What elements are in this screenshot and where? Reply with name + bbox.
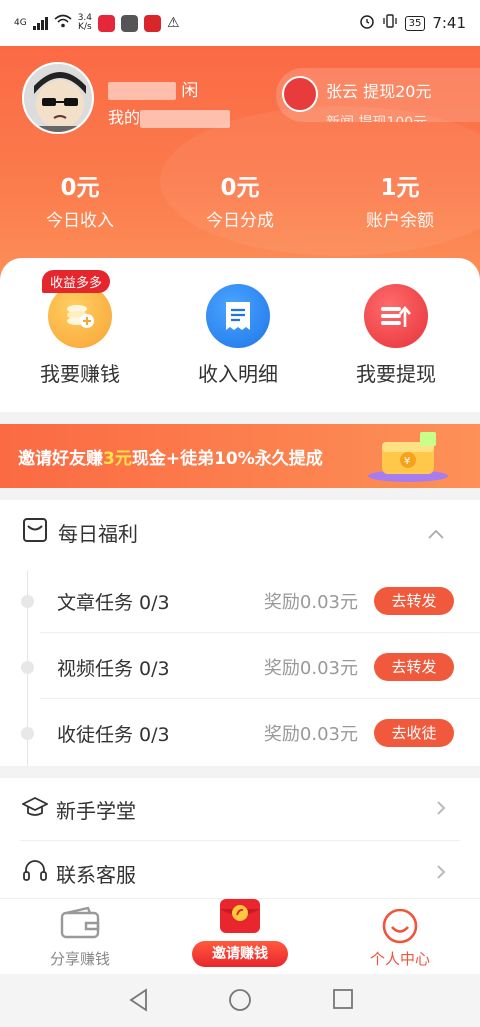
- smile-icon: [381, 907, 419, 949]
- gift-box-icon: [22, 517, 48, 548]
- app-notification-icon: [144, 14, 162, 32]
- income-detail-button[interactable]: 收入明细: [158, 284, 318, 387]
- tab-label: 个人中心: [369, 950, 430, 968]
- chevron-right-icon: [436, 861, 446, 886]
- ticker-line: 张云 提现20元: [326, 82, 432, 101]
- stat-label: 账户余额: [366, 211, 434, 231]
- stat-today-income[interactable]: 0元 今日收入: [0, 168, 160, 231]
- back-icon[interactable]: [128, 988, 150, 1016]
- menu-item-contact-support[interactable]: 联系客服: [0, 842, 480, 904]
- task-name: 视频任务 0/3: [57, 657, 170, 680]
- receipt-icon: [206, 284, 270, 348]
- gift-wallet-icon: ¥: [364, 428, 454, 484]
- task-go-share-button[interactable]: 去转发: [374, 653, 454, 681]
- task-reward: 奖励0.03元: [263, 592, 358, 613]
- task-name: 收徒任务 0/3: [57, 723, 170, 746]
- ticker-line-next: 新闻 提现100元: [326, 112, 427, 122]
- battery-icon: 35: [404, 15, 426, 31]
- app-notification-icon: [98, 14, 116, 32]
- daily-title: 每日福利: [58, 521, 138, 546]
- user-name: 闲: [108, 76, 198, 101]
- tab-invite-earn[interactable]: 邀请赚钱: [160, 899, 320, 975]
- menu-label: 联系客服: [56, 862, 136, 887]
- bottom-tab-bar: 分享赚钱 邀请赚钱 个人中心: [0, 898, 480, 974]
- menu-item-beginner-school[interactable]: 新手学堂: [0, 778, 480, 840]
- status-right: 35 7:41: [359, 13, 466, 33]
- action-label: 我要赚钱: [40, 362, 120, 386]
- chevron-up-icon[interactable]: [428, 520, 444, 544]
- stat-today-share[interactable]: 0元 今日分成: [160, 168, 320, 231]
- tab-share-earn[interactable]: 分享赚钱: [0, 899, 160, 975]
- signal-icon: [32, 16, 48, 30]
- red-envelope-icon: [212, 897, 268, 941]
- redacted-id: [140, 109, 231, 128]
- withdraw-icon: [364, 284, 428, 348]
- user-id: 我的: [108, 104, 231, 128]
- task-recruit-button[interactable]: 去收徒: [374, 719, 454, 747]
- ticker-avatar: [282, 76, 318, 112]
- timeline-dot: [21, 594, 34, 608]
- network-type: 4G: [14, 17, 27, 28]
- avatar[interactable]: [22, 62, 94, 134]
- tab-label: 分享赚钱: [49, 950, 110, 968]
- clock: 7:41: [432, 14, 466, 32]
- warning-icon: ⚠: [167, 15, 180, 31]
- withdraw-button[interactable]: 我要提现: [316, 284, 476, 387]
- invite-label: 邀请赚钱: [192, 941, 288, 967]
- home-icon[interactable]: [228, 988, 252, 1016]
- task-name: 文章任务 0/3: [57, 591, 170, 614]
- tab-profile-center[interactable]: 个人中心: [320, 899, 480, 975]
- task-reward: 奖励0.03元: [263, 658, 358, 679]
- vibrate-icon: [382, 13, 398, 33]
- headset-icon: [22, 858, 48, 888]
- task-row: 视频任务 0/3 奖励0.03元 去转发: [0, 634, 480, 700]
- status-bar: 4G 3.4 K/s ⚠ 35 7:41: [0, 0, 480, 46]
- daily-welfare-section: 每日福利 文章任务 0/3 奖励0.03元 去转发 视频任务 0/3 奖励0.0…: [0, 500, 480, 766]
- chevron-right-icon: [436, 797, 446, 822]
- action-label: 收入明细: [198, 362, 278, 386]
- redacted-name: [108, 82, 176, 100]
- divider: [40, 698, 480, 699]
- stat-label: 今日收入: [46, 211, 114, 231]
- timeline-dot: [21, 726, 34, 740]
- net-speed: 3.4 K/s: [78, 14, 92, 32]
- task-go-share-button[interactable]: 去转发: [374, 587, 454, 615]
- profile-header: 闲 我的 张云 提现20元 新闻 提现100元 0元 今日收入 0元 今日分成 …: [0, 46, 480, 280]
- wifi-icon: [54, 14, 72, 32]
- daily-header[interactable]: 每日福利: [0, 500, 480, 564]
- wechat-icon: [121, 14, 139, 32]
- invite-banner[interactable]: 邀请好友赚3元现金+徒弟10%永久提成 ¥: [0, 424, 480, 488]
- action-label: 我要提现: [356, 362, 436, 386]
- task-row: 文章任务 0/3 奖励0.03元 去转发: [0, 568, 480, 634]
- stat-balance[interactable]: 1元 账户余额: [320, 168, 480, 231]
- task-row: 收徒任务 0/3 奖励0.03元 去收徒: [0, 700, 480, 766]
- stat-value: 0元: [220, 175, 260, 201]
- menu-label: 新手学堂: [56, 798, 136, 823]
- stat-value: 1元: [380, 175, 420, 201]
- stat-label: 今日分成: [206, 211, 274, 231]
- earn-money-button[interactable]: 收益多多 我要赚钱: [0, 270, 160, 387]
- divider: [40, 632, 480, 633]
- coins-icon: [48, 284, 112, 348]
- banner-text: 邀请好友赚3元现金+徒弟10%永久提成: [18, 449, 323, 469]
- svg-text:¥: ¥: [404, 456, 410, 467]
- alarm-icon: [359, 13, 375, 33]
- timeline-dot: [21, 660, 34, 674]
- wallet-icon: [60, 906, 100, 943]
- withdraw-ticker: 张云 提现20元 新闻 提现100元: [276, 68, 480, 122]
- net-speed-unit: K/s: [78, 22, 92, 32]
- stat-value: 0元: [60, 175, 100, 201]
- recents-icon[interactable]: [332, 988, 354, 1014]
- menu-list: 新手学堂 联系客服: [0, 778, 480, 898]
- graduation-cap-icon: [20, 796, 50, 822]
- task-reward: 奖励0.03元: [263, 724, 358, 745]
- status-left: 4G 3.4 K/s ⚠: [14, 14, 180, 32]
- system-nav-bar: [0, 974, 480, 1027]
- divider: [20, 840, 460, 841]
- earn-badge: 收益多多: [42, 270, 111, 293]
- quick-actions: 收益多多 我要赚钱 收入明细 我要提现: [0, 258, 480, 412]
